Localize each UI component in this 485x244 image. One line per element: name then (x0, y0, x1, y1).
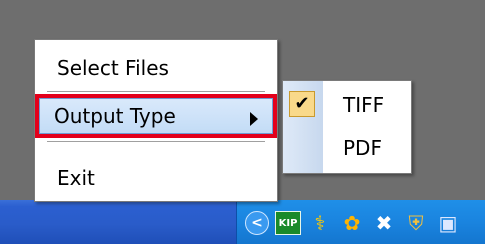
menu-separator (47, 141, 265, 142)
submenu-arrow-icon (250, 112, 258, 126)
context-menu: Select Files Output Type Exit (34, 39, 278, 202)
output-type-submenu: ✔ TIFF PDF (282, 80, 412, 174)
output-type-label: Output Type (54, 104, 176, 128)
output-type-menu-item[interactable]: Output Type (35, 94, 277, 138)
menu-separator (47, 91, 265, 92)
kip-icon[interactable]: KIP (275, 211, 301, 235)
user-figure-icon[interactable]: ⚕ (307, 210, 333, 236)
pdf-menu-item[interactable]: PDF (343, 133, 382, 163)
tiff-label: TIFF (343, 93, 385, 117)
checkmark-icon: ✔ (289, 91, 315, 117)
tiff-menu-item[interactable]: TIFF (343, 90, 384, 120)
shield-icon[interactable]: ⛨ (403, 210, 429, 236)
network-x-icon[interactable]: ✖ (371, 210, 397, 236)
select-files-label: Select Files (57, 56, 169, 80)
exit-menu-item[interactable]: Exit (37, 158, 275, 198)
select-files-menu-item[interactable]: Select Files (37, 48, 275, 88)
system-tray: < KIP ⚕ ✿ ✖ ⛨ ▣ (236, 200, 485, 244)
show-hidden-icons-icon[interactable]: < (245, 211, 269, 235)
monitor-icon[interactable]: ▣ (435, 210, 461, 236)
flower-icon[interactable]: ✿ (339, 210, 365, 236)
exit-label: Exit (57, 166, 95, 190)
pdf-label: PDF (343, 136, 382, 160)
